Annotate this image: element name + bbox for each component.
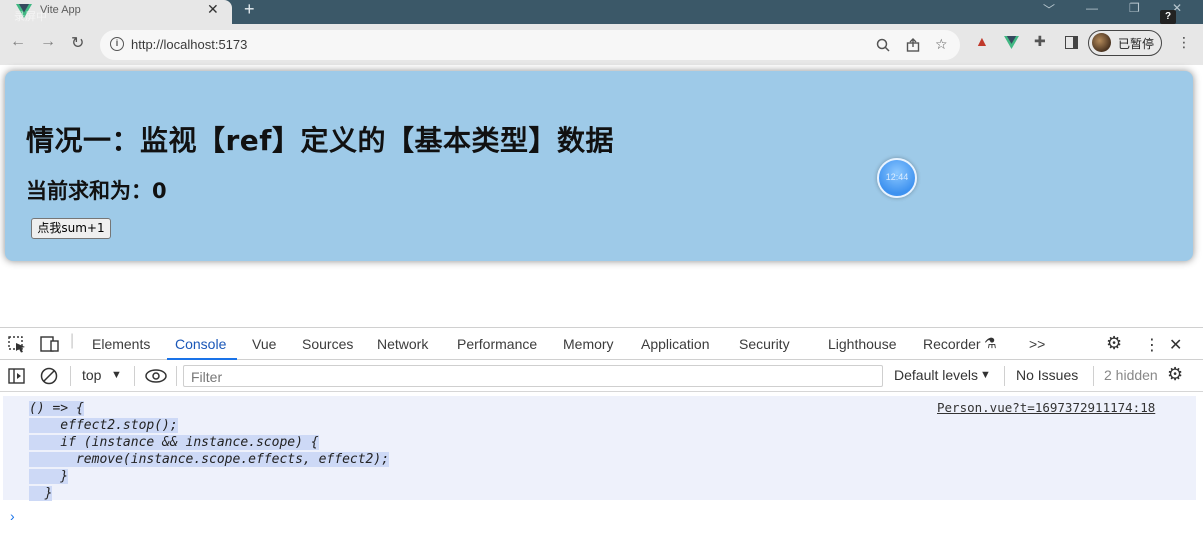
- clear-console-icon[interactable]: [40, 367, 58, 385]
- url-text[interactable]: http://localhost:5173: [131, 37, 247, 52]
- vue-devtools-icon[interactable]: [1004, 36, 1019, 49]
- tab-search-icon[interactable]: ﹀: [1043, 1, 1055, 18]
- avatar: [1092, 33, 1111, 52]
- filter-placeholder: Filter: [191, 369, 223, 385]
- tab-security[interactable]: Security: [739, 336, 790, 352]
- increment-button[interactable]: 点我sum+1: [31, 218, 111, 239]
- reload-icon[interactable]: ↻: [71, 33, 84, 53]
- more-tabs-icon[interactable]: >>: [1029, 336, 1045, 352]
- context-dropdown-icon[interactable]: ▼: [111, 369, 122, 381]
- help-icon[interactable]: ?: [1160, 10, 1176, 24]
- separator: [1004, 366, 1005, 386]
- share-icon[interactable]: [906, 38, 920, 52]
- person-card: 情况一：监视【ref】定义的【基本类型】数据 当前求和为：0 点我sum+1: [5, 71, 1193, 261]
- side-panel-icon[interactable]: [1065, 36, 1078, 49]
- page-title: 情况一：监视【ref】定义的【基本类型】数据: [26, 124, 614, 157]
- code-line: if (instance && instance.scope) {: [29, 435, 319, 450]
- separator: [134, 366, 135, 386]
- back-icon[interactable]: ←: [10, 33, 26, 51]
- devtools-menu-icon[interactable]: ⋮: [1144, 335, 1160, 355]
- tab-lighthouse[interactable]: Lighthouse: [828, 336, 897, 352]
- tab-application[interactable]: Application: [641, 336, 710, 352]
- code-line: }: [29, 469, 69, 484]
- issues-button[interactable]: No Issues: [1016, 367, 1078, 383]
- tab-recorder[interactable]: Recorder: [923, 336, 981, 352]
- page-viewport: 情况一：监视【ref】定义的【基本类型】数据 当前求和为：0 点我sum+1 1…: [0, 65, 1203, 327]
- floating-clock-text: 12:44: [885, 172, 909, 182]
- new-tab-button[interactable]: +: [244, 0, 255, 20]
- console-prompt-icon[interactable]: ›: [10, 508, 15, 524]
- tab-separator: |: [70, 332, 75, 349]
- zoom-icon[interactable]: [876, 38, 890, 52]
- floating-clock-widget[interactable]: 12:44: [877, 158, 917, 198]
- log-levels-dropdown[interactable]: Default levels: [894, 367, 978, 383]
- tab-vue[interactable]: Vue: [252, 336, 276, 352]
- device-toolbar-icon[interactable]: [40, 336, 60, 352]
- extensions-puzzle-icon[interactable]: ✚: [1034, 33, 1046, 50]
- console-filter-input[interactable]: Filter: [183, 365, 883, 387]
- console-message[interactable]: () => { effect2.stop(); if (instance && …: [3, 396, 1196, 502]
- separator: [176, 366, 177, 386]
- browser-tab[interactable]: Vite App 录屏中 ✕: [0, 0, 232, 24]
- restore-button[interactable]: ❐: [1129, 1, 1140, 15]
- recording-overlay-text: 录屏中: [14, 11, 47, 23]
- bookmark-star-icon[interactable]: ☆: [935, 36, 948, 53]
- tab-network[interactable]: Network: [377, 336, 428, 352]
- tab-sources[interactable]: Sources: [302, 336, 353, 352]
- levels-dropdown-icon[interactable]: ▼: [980, 369, 991, 381]
- profile-button[interactable]: 已暂停: [1088, 30, 1162, 56]
- tab-console[interactable]: Console: [175, 336, 226, 352]
- forward-icon[interactable]: →: [40, 33, 56, 51]
- code-line: remove(instance.scope.effects, effect2);: [29, 452, 390, 467]
- code-line: () => {: [29, 401, 84, 416]
- inspect-element-icon[interactable]: [8, 336, 26, 353]
- extension-a-icon[interactable]: ▲: [975, 33, 989, 49]
- console-filterbar: top ▼ Filter Default levels ▼ No Issues …: [0, 360, 1203, 392]
- tab-memory[interactable]: Memory: [563, 336, 614, 352]
- address-bar[interactable]: i http://localhost:5173 ☆: [100, 30, 960, 60]
- separator: [70, 366, 71, 386]
- close-devtools-icon[interactable]: ✕: [1169, 335, 1182, 355]
- browser-toolbar: ← → ↻ i http://localhost:5173 ☆ ▲ ✚ 已暂停 …: [0, 24, 1203, 65]
- browser-tabstrip: Vite App 录屏中 ✕ + ﹀ — ❐ ✕ ?: [0, 0, 1203, 24]
- sum-text: 当前求和为：0: [26, 179, 167, 203]
- separator: [1093, 366, 1094, 386]
- code-line: }: [29, 486, 53, 501]
- flask-icon: ⚗: [984, 335, 997, 351]
- sidebar-toggle-icon[interactable]: [8, 368, 25, 384]
- tab-elements[interactable]: Elements: [92, 336, 150, 352]
- devtools-tabbar: | Elements Console Vue Sources Network P…: [0, 327, 1203, 360]
- source-location-link[interactable]: Person.vue?t=1697372911174:18: [937, 400, 1155, 415]
- console-settings-gear-icon[interactable]: ⚙: [1167, 364, 1183, 385]
- context-selector[interactable]: top: [82, 367, 101, 383]
- site-info-icon[interactable]: i: [110, 37, 124, 51]
- live-expression-eye-icon[interactable]: [145, 369, 167, 383]
- settings-gear-icon[interactable]: ⚙: [1106, 333, 1122, 354]
- tab-performance[interactable]: Performance: [457, 336, 537, 352]
- function-source-code: () => { effect2.stop(); if (instance && …: [29, 400, 390, 502]
- close-tab-icon[interactable]: ✕: [207, 1, 219, 18]
- profile-label: 已暂停: [1118, 37, 1155, 51]
- code-line: effect2.stop();: [29, 418, 178, 433]
- browser-menu-icon[interactable]: ⋮: [1177, 34, 1191, 51]
- hidden-count: 2 hidden: [1104, 367, 1158, 383]
- minimize-button[interactable]: —: [1086, 1, 1098, 15]
